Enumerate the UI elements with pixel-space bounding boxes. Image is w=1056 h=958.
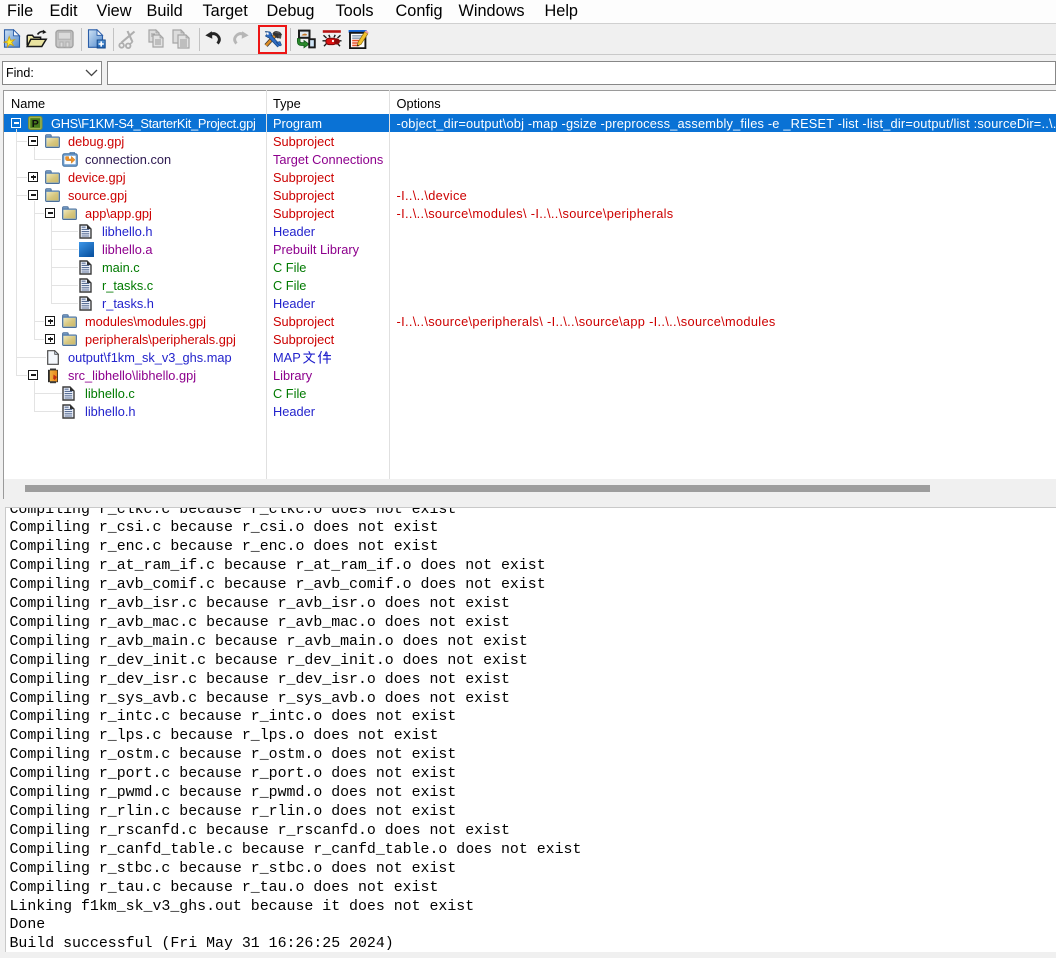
svg-text:P: P: [32, 118, 39, 130]
